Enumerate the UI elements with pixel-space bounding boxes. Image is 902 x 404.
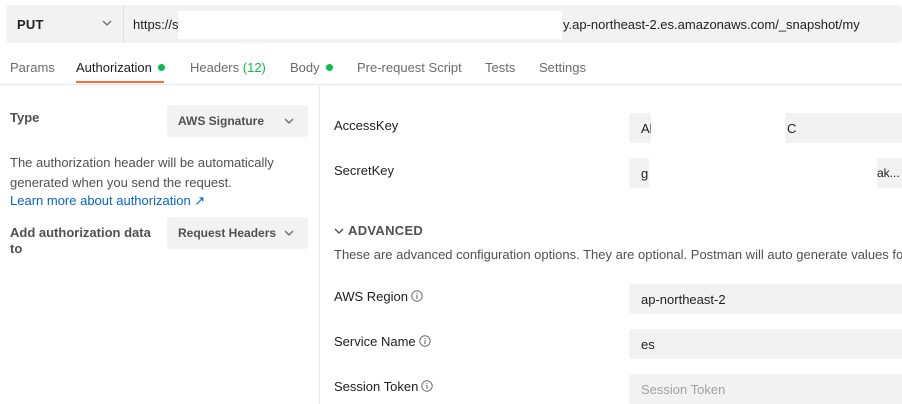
auth-config-panel: AccessKey Al C SecretKey g ak... ADVANCE…: [321, 86, 902, 404]
add-to-label: Add authorization data to: [10, 225, 151, 256]
type-label: Type: [10, 110, 40, 125]
add-to-value: Request Headers: [178, 226, 277, 240]
tab-tests[interactable]: Tests: [485, 60, 515, 75]
url-input[interactable]: https://s y.ap-northeast-2.es.amazonaws.…: [124, 5, 902, 43]
aws-region-label: AWS Region: [334, 289, 423, 304]
info-icon[interactable]: [421, 380, 434, 392]
session-token-placeholder: Session Token: [641, 382, 726, 397]
url-text-start: https://s: [133, 17, 179, 32]
info-icon[interactable]: [411, 290, 423, 302]
auth-description: The authorization header will be automat…: [10, 155, 274, 190]
status-dot: [157, 64, 165, 71]
secret-key-input[interactable]: g ak...: [629, 158, 902, 188]
secret-key-redaction: [649, 158, 877, 188]
info-icon[interactable]: [418, 335, 431, 347]
status-dot: [325, 64, 333, 71]
secret-key-label: SecretKey: [334, 163, 394, 178]
session-token-label: Session Token: [334, 379, 434, 394]
aws-region-input[interactable]: ap-northeast-2: [629, 284, 902, 314]
chevron-down-icon: [284, 230, 294, 236]
secret-key-value-start: g: [641, 166, 649, 181]
advanced-toggle[interactable]: ADVANCED: [334, 223, 423, 238]
aws-region-value: ap-northeast-2: [641, 292, 726, 307]
add-to-select[interactable]: Request Headers: [167, 217, 308, 249]
method-label: PUT: [17, 17, 44, 32]
access-key-redaction: [651, 113, 785, 143]
chevron-down-icon: [284, 118, 294, 124]
session-token-input[interactable]: Session Token: [629, 374, 902, 404]
learn-more-link[interactable]: Learn more about authorization ↗: [10, 193, 205, 209]
chevron-down-icon: [102, 20, 112, 26]
tab-body[interactable]: Body: [290, 60, 333, 75]
tab-params[interactable]: Params: [10, 60, 55, 75]
tab-settings[interactable]: Settings: [539, 60, 586, 75]
url-redaction: [178, 11, 562, 39]
service-name-label: Service Name: [334, 334, 431, 349]
method-select[interactable]: PUT: [6, 5, 124, 43]
access-key-label: AccessKey: [334, 118, 399, 133]
tab-headers[interactable]: Headers (12): [190, 60, 266, 75]
auth-type-value: AWS Signature: [178, 114, 265, 128]
active-tab-indicator: [76, 81, 164, 83]
advanced-description: These are advanced configuration options…: [334, 247, 902, 262]
request-url-bar: PUT https://s y.ap-northeast-2.es.amazon…: [6, 5, 902, 43]
headers-count-badge: (12): [242, 60, 266, 75]
secret-key-value-end: ak...: [877, 166, 900, 180]
access-key-value-end: C: [787, 121, 797, 136]
auth-type-panel: Type AWS Signature The authorization hea…: [0, 86, 320, 404]
tab-authorization[interactable]: Authorization: [76, 60, 165, 75]
tab-pre-request-script[interactable]: Pre-request Script: [357, 60, 462, 75]
service-name-value: es: [641, 337, 655, 352]
chevron-down-icon: [334, 228, 344, 234]
access-key-input[interactable]: Al C: [629, 113, 902, 143]
url-text-end: y.ap-northeast-2.es.amazonaws.com/_snaps…: [563, 17, 860, 32]
service-name-input[interactable]: es: [629, 329, 902, 359]
auth-type-select[interactable]: AWS Signature: [167, 105, 308, 137]
request-tabs: Params Authorization Headers (12) Body P…: [0, 50, 902, 85]
advanced-title: ADVANCED: [348, 223, 424, 238]
